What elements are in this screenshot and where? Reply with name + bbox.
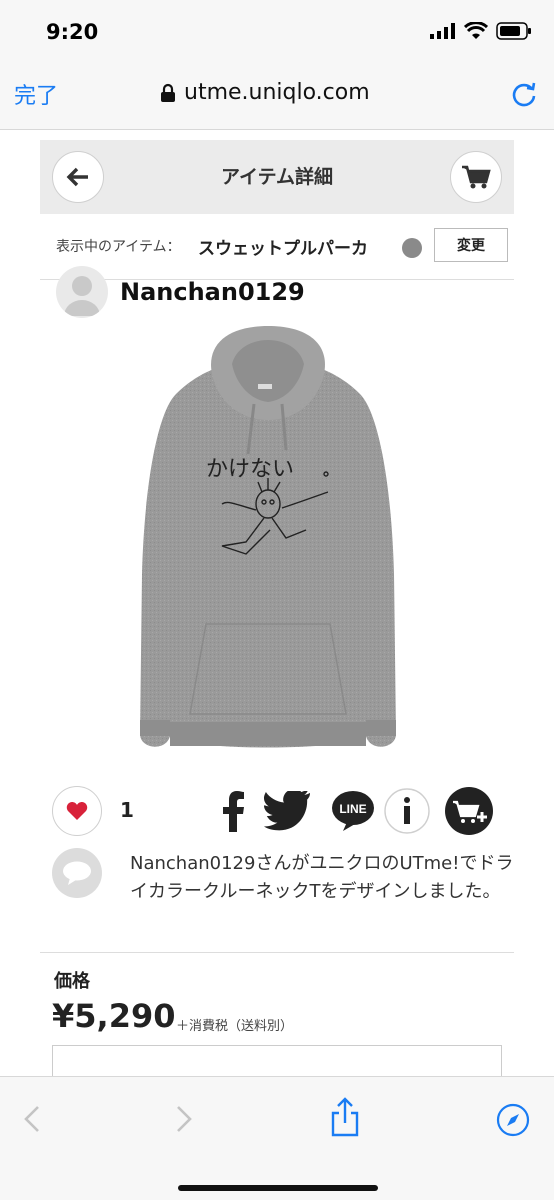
avatar[interactable] [56, 266, 108, 318]
design-scribble-text: かけない [206, 457, 294, 482]
designer-name[interactable]: Nanchan0129 [120, 278, 305, 306]
cellular-signal-icon [430, 23, 455, 39]
back-nav-icon[interactable] [22, 1105, 42, 1137]
action-row: 1 LINE [40, 780, 514, 836]
option-box [52, 1045, 502, 1076]
speech-bubble-icon [52, 848, 102, 898]
price-section: 価格 ¥5,290 ＋消費税（送料別） [40, 952, 514, 1076]
heart-icon [66, 802, 88, 820]
designer-row[interactable]: Nanchan0129 [56, 266, 305, 318]
lock-icon [161, 83, 175, 102]
web-page: アイテム詳細 表示中のアイテム： スウェットプルパーカ 変更 Nanchan01… [40, 130, 514, 1076]
like-button[interactable] [52, 786, 102, 836]
twitter-icon[interactable] [260, 786, 316, 836]
page-title: アイテム詳細 [220, 166, 334, 188]
done-button[interactable]: 完了 [14, 78, 58, 110]
wifi-icon [464, 22, 488, 39]
forward-nav-icon[interactable] [174, 1105, 194, 1137]
cart-button[interactable] [450, 151, 502, 203]
status-bar: 9:20 [0, 0, 554, 62]
add-to-cart-icon[interactable] [444, 786, 494, 836]
price-label: 価格 [54, 971, 90, 992]
share-icon[interactable] [330, 1097, 360, 1141]
line-label: LINE [339, 802, 366, 816]
url-text: utme.uniqlo.com [184, 80, 370, 105]
item-detail-header: アイテム詳細 [40, 140, 514, 214]
change-item-button[interactable]: 変更 [434, 228, 508, 262]
item-color-swatch [402, 238, 422, 258]
info-icon[interactable] [382, 786, 432, 836]
line-icon[interactable]: LINE [328, 786, 378, 836]
home-indicator [178, 1185, 378, 1191]
description-row: Nanchan0129さんがユニクロのUTme!でドライカラークルーネックTをデ… [52, 848, 514, 942]
browser-toolbar [0, 1076, 554, 1200]
status-icons [430, 22, 532, 40]
facebook-icon[interactable] [208, 786, 258, 836]
compass-icon[interactable] [496, 1103, 530, 1141]
description-text: Nanchan0129さんがユニクロのUTme!でドライカラークルーネックTをデ… [130, 853, 514, 902]
reload-icon[interactable] [510, 80, 538, 112]
price-value: ¥5,290 [52, 997, 176, 1035]
battery-icon [496, 22, 531, 40]
product-image[interactable]: かけない [136, 324, 400, 768]
cart-icon [462, 165, 491, 189]
address-field[interactable]: utme.uniqlo.com [160, 80, 370, 105]
status-time: 9:20 [46, 20, 99, 44]
browser-url-bar: 完了 utme.uniqlo.com [0, 62, 554, 130]
current-item-label: 表示中のアイテム： [56, 239, 181, 255]
default-avatar-icon [64, 276, 100, 316]
price-tax-note: ＋消費税（送料別） [176, 1019, 294, 1034]
current-item-name: スウェットプルパーカ [198, 239, 368, 259]
like-count: 1 [120, 798, 134, 822]
